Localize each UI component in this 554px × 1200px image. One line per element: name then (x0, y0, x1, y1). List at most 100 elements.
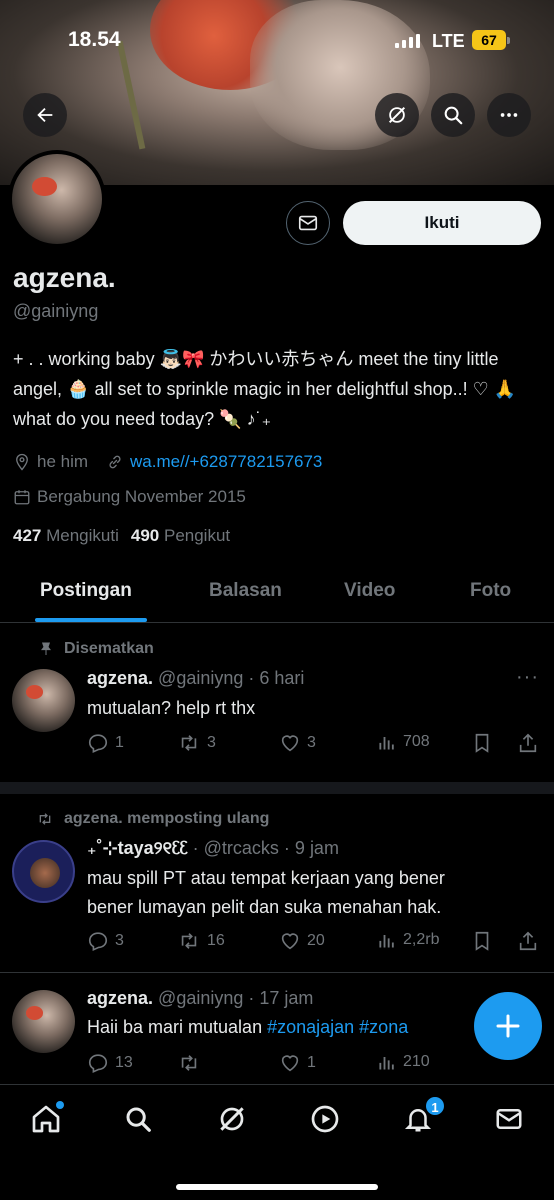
repost-icon (181, 1055, 197, 1071)
nav-grok[interactable] (212, 1099, 252, 1139)
more-icon (500, 113, 518, 117)
followers-link[interactable]: 490 Pengikut (131, 526, 230, 546)
reply-icon (88, 932, 108, 951)
tab-video[interactable]: Video (344, 580, 395, 602)
post-actions: 3 16 20 2,2rb (87, 930, 547, 956)
follow-button[interactable]: Ikuti (343, 201, 541, 245)
calendar-icon (14, 490, 30, 505)
joined-row: Bergabung November 2015 (13, 485, 246, 509)
following-link[interactable]: 427 Mengikuti (13, 526, 119, 546)
avatar[interactable] (12, 840, 75, 903)
repost-button[interactable]: 16 (177, 930, 225, 952)
post-author[interactable]: agzena. (87, 668, 153, 688)
tab-balasan[interactable]: Balasan (209, 580, 282, 602)
nav-video[interactable] (305, 1099, 345, 1139)
heart-icon (281, 735, 299, 752)
share-icon (519, 931, 537, 951)
post-text: Haii ba mari mutualan #zonajajan #zona (87, 1017, 409, 1037)
nav-notifications[interactable]: 1 (398, 1095, 446, 1139)
repost-button[interactable]: 3 (177, 732, 216, 754)
post-text: mutualan? help rt thx (87, 698, 256, 718)
profile-meta-row: he him wa.me//+6287782157673 (13, 450, 322, 474)
post-item[interactable]: agzena. memposting ulang ₊˚⊹taya୨୧ᦷᦷ · @… (0, 794, 554, 972)
nav-home[interactable] (26, 1099, 66, 1139)
bookmark-icon (475, 931, 489, 951)
nav-messages[interactable] (489, 1099, 529, 1139)
post-handle-time: @gainiyng · 17 jam (158, 988, 314, 1008)
home-indicator (176, 1184, 378, 1190)
reply-icon (88, 734, 108, 753)
back-button[interactable] (23, 93, 67, 137)
like-button[interactable]: 20 (279, 930, 325, 952)
views-icon (379, 1057, 394, 1070)
profile-tabs: Postingan Balasan Video Foto (0, 570, 554, 622)
reply-icon (88, 1054, 108, 1073)
link-icon (109, 455, 121, 469)
post-handle-time: · @trcacks · 9 jam (192, 838, 339, 858)
message-button[interactable] (286, 201, 330, 245)
tab-foto[interactable]: Foto (470, 580, 511, 602)
bookmark-button[interactable] (471, 930, 493, 952)
post-more-button[interactable]: ··· (516, 666, 539, 689)
video-icon (311, 1105, 339, 1133)
compose-button[interactable] (474, 992, 542, 1060)
profile-bio: + . . working baby 👼🏻🎀 かわいい赤ちゃん meet the… (13, 349, 517, 429)
reply-button[interactable]: 3 (87, 930, 124, 952)
battery-tip (507, 37, 510, 44)
notification-badge: 1 (424, 1095, 446, 1117)
profile-link[interactable]: wa.me//+6287782157673 (130, 452, 322, 472)
search-icon (126, 1107, 151, 1132)
messages-icon (496, 1109, 522, 1129)
nav-search[interactable] (118, 1099, 158, 1139)
envelope-icon (298, 215, 318, 231)
section-divider (0, 782, 554, 794)
follow-counts: 427 Mengikuti 490 Pengikut (13, 526, 230, 546)
share-button[interactable] (517, 732, 539, 754)
post-text: mau spill PT atau tempat kerjaan yang be… (87, 868, 445, 917)
avatar[interactable] (12, 669, 75, 732)
display-name: agzena. (13, 262, 116, 293)
post-actions: 1 3 3 708 (87, 732, 547, 758)
joined-date: Bergabung November 2015 (37, 487, 246, 506)
pin-icon (41, 642, 51, 655)
tab-postingan[interactable]: Postingan (40, 580, 132, 602)
avatar[interactable] (12, 990, 75, 1053)
pinned-label: Disematkan (41, 640, 154, 658)
network-type: LTE (432, 31, 465, 51)
post-item[interactable]: Disematkan agzena. @gainiyng · 6 hari ··… (0, 622, 554, 782)
reply-button[interactable]: 1 (87, 732, 124, 754)
repost-button[interactable] (177, 1052, 201, 1074)
post-author[interactable]: ₊˚⊹taya୨୧ᦷᦷ (87, 838, 188, 858)
views-button[interactable]: 708 (377, 732, 430, 752)
search-button[interactable] (431, 93, 475, 137)
like-button[interactable]: 3 (279, 732, 316, 754)
share-icon (519, 733, 537, 753)
views-icon (379, 935, 394, 948)
signal-icon (395, 34, 420, 48)
post-header: agzena. @gainiyng · 6 hari (87, 668, 304, 689)
views-button[interactable]: 210 (377, 1052, 430, 1072)
share-button[interactable] (517, 930, 539, 952)
heart-icon (281, 933, 299, 950)
profile-avatar[interactable] (8, 150, 106, 248)
more-button[interactable] (487, 93, 531, 137)
grok-icon (220, 1107, 244, 1131)
views-button[interactable]: 2,2rb (377, 930, 439, 950)
like-button[interactable]: 1 (279, 1052, 316, 1074)
post-handle-time: @gainiyng · 6 hari (158, 668, 305, 688)
status-bar: 18.54 LTE 67 (0, 28, 554, 58)
profile-handle: @gainiyng (13, 301, 99, 321)
battery-icon: 67 (472, 30, 506, 50)
grok-button[interactable] (375, 93, 419, 137)
search-icon (444, 106, 463, 125)
reply-button[interactable]: 13 (87, 1052, 133, 1074)
post-item[interactable]: agzena. @gainiyng · 17 jam Haii ba mari … (0, 972, 554, 1084)
grok-icon (388, 106, 406, 124)
pronouns: he him (37, 452, 89, 471)
hashtag-link[interactable]: #zonajajan #zona (267, 1017, 408, 1037)
post-author[interactable]: agzena. (87, 988, 153, 1008)
bookmark-button[interactable] (471, 732, 493, 754)
bookmark-icon (475, 733, 489, 753)
bottom-navigation: 1 (0, 1084, 554, 1200)
repost-label: agzena. memposting ulang (39, 810, 269, 828)
